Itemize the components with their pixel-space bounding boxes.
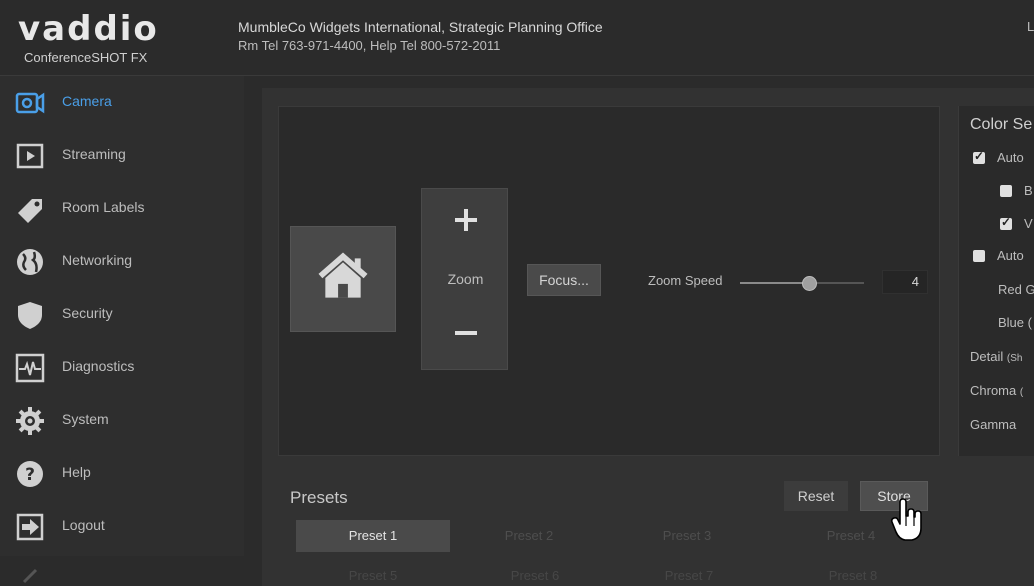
sidebar-item-system[interactable]: System xyxy=(0,394,244,447)
logo-wordmark: vaddio xyxy=(18,9,159,49)
plus-icon xyxy=(455,209,477,231)
zoom-in-button[interactable] xyxy=(422,189,509,251)
sidebar-item-label: Networking xyxy=(62,252,133,268)
hand-cursor-icon xyxy=(890,498,922,541)
sidebar-item-label: Security xyxy=(62,305,113,321)
svg-text:?: ? xyxy=(25,465,35,485)
collapse-arrow-icon[interactable] xyxy=(20,568,40,586)
user-menu[interactable]: L xyxy=(1027,19,1034,34)
zoom-label: Zoom xyxy=(447,271,484,287)
red-gain-label: Red G xyxy=(998,282,1034,297)
detail-label-suffix: (Sh xyxy=(1006,353,1023,364)
zoom-speed-slider-thumb[interactable] xyxy=(802,276,817,291)
zoom-speed-slider-remaining xyxy=(810,282,864,284)
sidebar-item-label: Diagnostics xyxy=(62,358,135,374)
gamma-label: Gamma xyxy=(970,417,1017,432)
organization-name: MumbleCo Widgets International, Strategi… xyxy=(238,19,603,35)
reset-button[interactable]: Reset xyxy=(784,481,848,511)
sidebar-item-label: System xyxy=(62,411,109,427)
preset-3-button[interactable]: Preset 3 xyxy=(610,520,764,552)
chroma-label-suffix: ( xyxy=(1019,387,1024,398)
sidebar-item-streaming[interactable]: Streaming xyxy=(0,129,244,182)
sidebar-item-security[interactable]: Security xyxy=(0,288,244,341)
presets-title: Presets xyxy=(290,488,348,507)
header: vaddio ConferenceSHOT FX MumbleCo Widget… xyxy=(0,0,1034,76)
sidebar-item-label: Camera xyxy=(62,93,112,109)
sidebar-item-diagnostics[interactable]: Diagnostics xyxy=(0,341,244,394)
auto-iris-label: Auto xyxy=(997,248,1024,263)
sidebar-item-networking[interactable]: Networking xyxy=(0,235,244,288)
home-button[interactable] xyxy=(290,226,396,332)
blue-gain-label: Blue ( xyxy=(998,315,1032,330)
logout-icon xyxy=(16,513,44,541)
color-settings-title: Color Se xyxy=(970,116,1033,133)
chroma-label: Chroma ( xyxy=(970,383,1023,398)
auto-white-balance-label: Auto xyxy=(997,150,1024,165)
sidebar-item-label: Room Labels xyxy=(62,199,145,215)
play-icon xyxy=(16,143,44,169)
option-b-label: B xyxy=(1024,183,1033,198)
option-b-checkbox[interactable] xyxy=(1000,185,1012,197)
sidebar-item-logout[interactable]: Logout xyxy=(0,500,244,553)
pulse-icon xyxy=(15,353,45,383)
auto-iris-checkbox[interactable] xyxy=(973,250,985,262)
zoom-speed-value[interactable]: 4 xyxy=(882,270,928,294)
zoom-out-button[interactable] xyxy=(422,307,509,369)
camera-icon xyxy=(15,92,45,114)
sidebar-item-label: Help xyxy=(62,464,91,480)
preset-2-button[interactable]: Preset 2 xyxy=(452,520,606,552)
home-icon xyxy=(318,252,368,298)
sidebar-item-camera[interactable]: Camera xyxy=(0,76,244,129)
minus-icon xyxy=(455,331,477,335)
vaddio-logo: vaddio ConferenceSHOT FX xyxy=(18,10,218,70)
preset-7-button[interactable]: Preset 7 xyxy=(612,560,766,586)
sidebar-nav: Camera Streaming Room Labels Networking … xyxy=(0,76,244,556)
product-name: ConferenceSHOT FX xyxy=(24,50,148,65)
sidebar-item-label: Logout xyxy=(62,517,105,533)
preset-8-button[interactable]: Preset 8 xyxy=(776,560,930,586)
chroma-label-text: Chroma xyxy=(970,383,1017,398)
sidebar-item-label: Streaming xyxy=(62,146,126,162)
sidebar-item-help[interactable]: ? Help xyxy=(0,447,244,500)
option-w-checkbox[interactable] xyxy=(1000,215,1012,230)
auto-white-balance-checkbox[interactable] xyxy=(973,149,985,164)
preset-6-button[interactable]: Preset 6 xyxy=(458,560,612,586)
globe-icon xyxy=(17,249,43,275)
shield-icon xyxy=(18,302,42,329)
tag-icon xyxy=(18,199,42,223)
gear-icon xyxy=(16,407,44,435)
room-phone-info: Rm Tel 763-971-4400, Help Tel 800-572-20… xyxy=(238,38,501,53)
help-icon: ? xyxy=(17,461,43,487)
preset-1-button[interactable]: Preset 1 xyxy=(296,520,450,552)
preset-5-button[interactable]: Preset 5 xyxy=(296,560,450,586)
detail-label-text: Detail xyxy=(970,349,1004,364)
zoom-speed-label: Zoom Speed xyxy=(648,273,723,288)
focus-button[interactable]: Focus... xyxy=(527,264,601,296)
option-w-label: V xyxy=(1024,216,1033,231)
zoom-control: Zoom xyxy=(421,188,508,370)
sidebar-item-room-labels[interactable]: Room Labels xyxy=(0,182,244,235)
detail-label: Detail (Sh xyxy=(970,349,1022,364)
